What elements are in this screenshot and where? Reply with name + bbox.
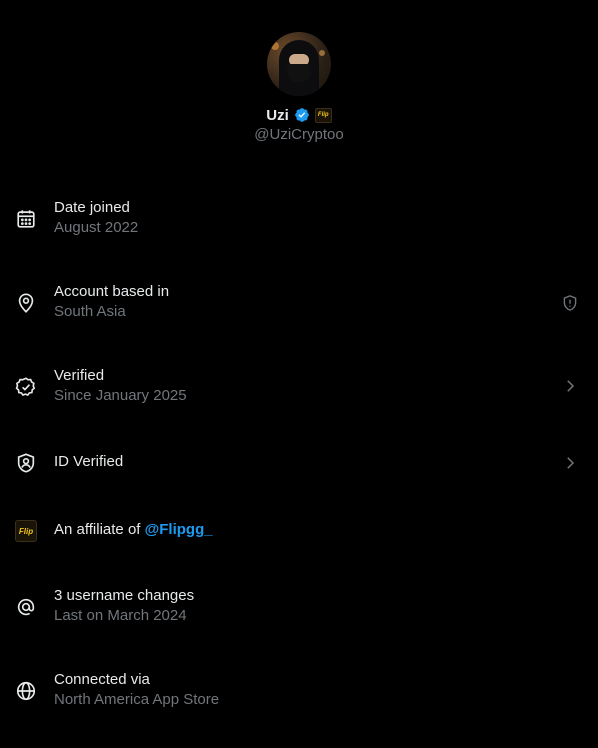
row-account-based-in: Account based in South Asia	[0, 282, 598, 342]
verified-label: Verified	[54, 367, 105, 384]
id-verified-label: ID Verified	[54, 453, 124, 470]
id-badge-icon	[15, 452, 37, 474]
row-connected-via: Connected via North America App Store	[0, 670, 598, 730]
verified-badge-icon	[294, 107, 310, 123]
chevron-right-icon[interactable]	[561, 377, 579, 395]
profile-header: Uzi Flip @UziCryptoo	[0, 32, 598, 143]
row-id-verified[interactable]: ID Verified	[0, 452, 598, 512]
affiliate-badge-icon[interactable]: Flip	[314, 107, 332, 123]
name-row: Uzi Flip	[266, 104, 332, 126]
account-based-label: Account based in	[54, 283, 170, 300]
verified-check-icon	[15, 376, 37, 398]
user-handle: @UziCryptoo	[254, 126, 344, 143]
affiliate-mention-link[interactable]: @Flipgg_	[145, 521, 213, 538]
connected-via-value: North America App Store	[54, 691, 220, 708]
globe-icon	[15, 680, 37, 702]
row-date-joined: Date joined August 2022	[0, 198, 598, 258]
chevron-right-icon[interactable]	[561, 454, 579, 472]
shield-alert-icon[interactable]	[561, 294, 579, 312]
row-affiliate: Flip An affiliate of @Flipgg_	[0, 520, 598, 580]
at-sign-icon	[15, 596, 37, 618]
row-verified[interactable]: Verified Since January 2025	[0, 366, 598, 426]
display-name[interactable]: Uzi	[266, 107, 289, 124]
avatar[interactable]	[267, 32, 331, 96]
affiliate-label: An affiliate of @Flipgg_	[54, 520, 213, 540]
verified-since: Since January 2025	[54, 387, 187, 404]
date-joined-label: Date joined	[54, 199, 130, 216]
affiliate-logo-icon[interactable]: Flip	[15, 520, 37, 542]
location-pin-icon	[15, 292, 37, 314]
affiliate-prefix: An affiliate of	[54, 521, 145, 538]
account-based-value: South Asia	[54, 303, 126, 320]
connected-via-label: Connected via	[54, 671, 150, 688]
calendar-icon	[15, 208, 37, 230]
row-username-changes: 3 username changes Last on March 2024	[0, 586, 598, 646]
date-joined-value: August 2022	[54, 219, 139, 236]
username-changes-label: 3 username changes	[54, 587, 195, 604]
username-changes-last: Last on March 2024	[54, 607, 187, 624]
